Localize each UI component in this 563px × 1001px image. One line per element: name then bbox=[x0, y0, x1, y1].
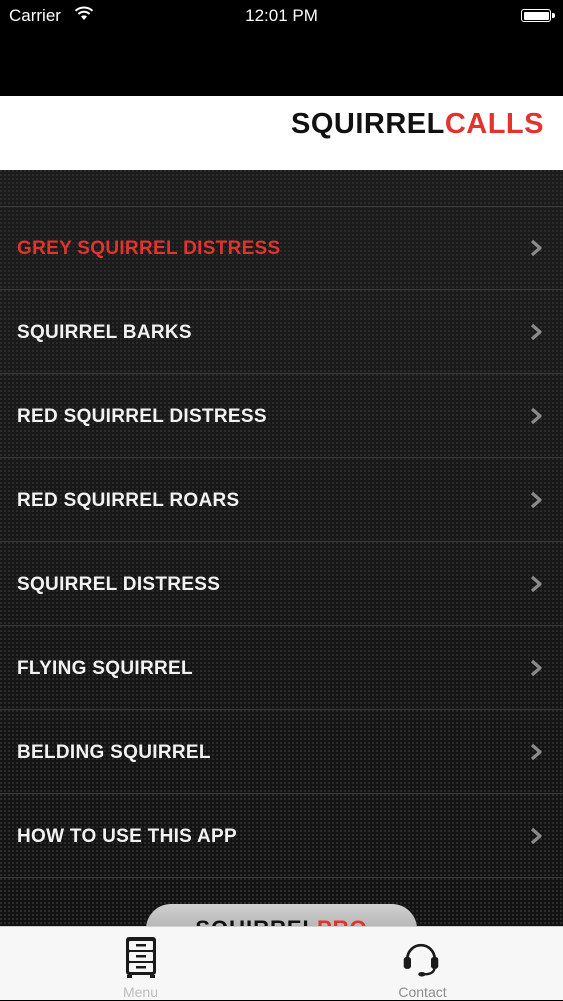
menu-item-label: RED SQUIRREL DISTRESS bbox=[17, 406, 267, 427]
chevron-right-icon bbox=[530, 827, 542, 845]
menu-item-label: SQUIRREL DISTRESS bbox=[17, 574, 221, 595]
chevron-right-icon bbox=[530, 239, 542, 257]
tab-contact-label: Contact bbox=[398, 984, 447, 1000]
menu-item-label: HOW TO USE THIS APP bbox=[17, 826, 237, 847]
clock-time: 12:01 PM bbox=[245, 6, 318, 25]
chevron-right-icon bbox=[530, 407, 542, 425]
menu-item-label: RED SQUIRREL ROARS bbox=[17, 490, 240, 511]
menu-item[interactable]: FLYING SQUIRREL bbox=[0, 626, 563, 710]
menu-item[interactable]: RED SQUIRREL DISTRESS bbox=[0, 374, 563, 458]
logo-text-calls: CALLS bbox=[444, 108, 544, 140]
battery-nub bbox=[552, 13, 555, 18]
battery-fill bbox=[523, 11, 549, 20]
menu-item[interactable]: BELDING SQUIRREL bbox=[0, 710, 563, 794]
logo-text-squirrel: SQUIRREL bbox=[290, 108, 445, 140]
chevron-right-icon bbox=[530, 491, 542, 509]
tab-bar: Menu Contact bbox=[0, 926, 563, 1000]
menu-item[interactable]: SQUIRREL DISTRESS bbox=[0, 542, 563, 626]
headset-icon bbox=[403, 943, 439, 977]
chevron-right-icon bbox=[530, 659, 542, 677]
menu-item-label: FLYING SQUIRREL bbox=[17, 658, 193, 679]
battery-icon bbox=[521, 9, 555, 22]
file-cabinet-icon bbox=[126, 937, 156, 978]
chevron-right-icon bbox=[530, 575, 542, 593]
app-logo: SQUIRRELCALLS bbox=[291, 108, 544, 141]
menu-item[interactable]: GREY SQUIRREL DISTRESS bbox=[0, 206, 563, 290]
app-header: SQUIRRELCALLS bbox=[0, 96, 563, 170]
status-bar: Carrier 12:01 PM bbox=[0, 0, 563, 34]
menu-item-label: BELDING SQUIRREL bbox=[17, 742, 211, 763]
menu-panel: GREY SQUIRREL DISTRESS SQUIRREL BARKS RED … bbox=[0, 170, 563, 926]
chevron-right-icon bbox=[530, 323, 542, 341]
menu-item[interactable]: HOW TO USE THIS APP bbox=[0, 794, 563, 878]
menu-list: GREY SQUIRREL DISTRESS SQUIRREL BARKS RED … bbox=[0, 206, 563, 878]
tab-menu[interactable]: Menu bbox=[0, 927, 281, 1001]
menu-item-label: SQUIRREL BARKS bbox=[17, 322, 192, 343]
menu-item[interactable]: RED SQUIRREL ROARS bbox=[0, 458, 563, 542]
chevron-right-icon bbox=[530, 743, 542, 761]
tab-menu-label: Menu bbox=[122, 984, 159, 1000]
tab-contact[interactable]: Contact bbox=[282, 927, 563, 1001]
menu-item-label: GREY SQUIRREL DISTRESS bbox=[17, 238, 281, 259]
menu-item[interactable]: SQUIRREL BARKS bbox=[0, 290, 563, 374]
